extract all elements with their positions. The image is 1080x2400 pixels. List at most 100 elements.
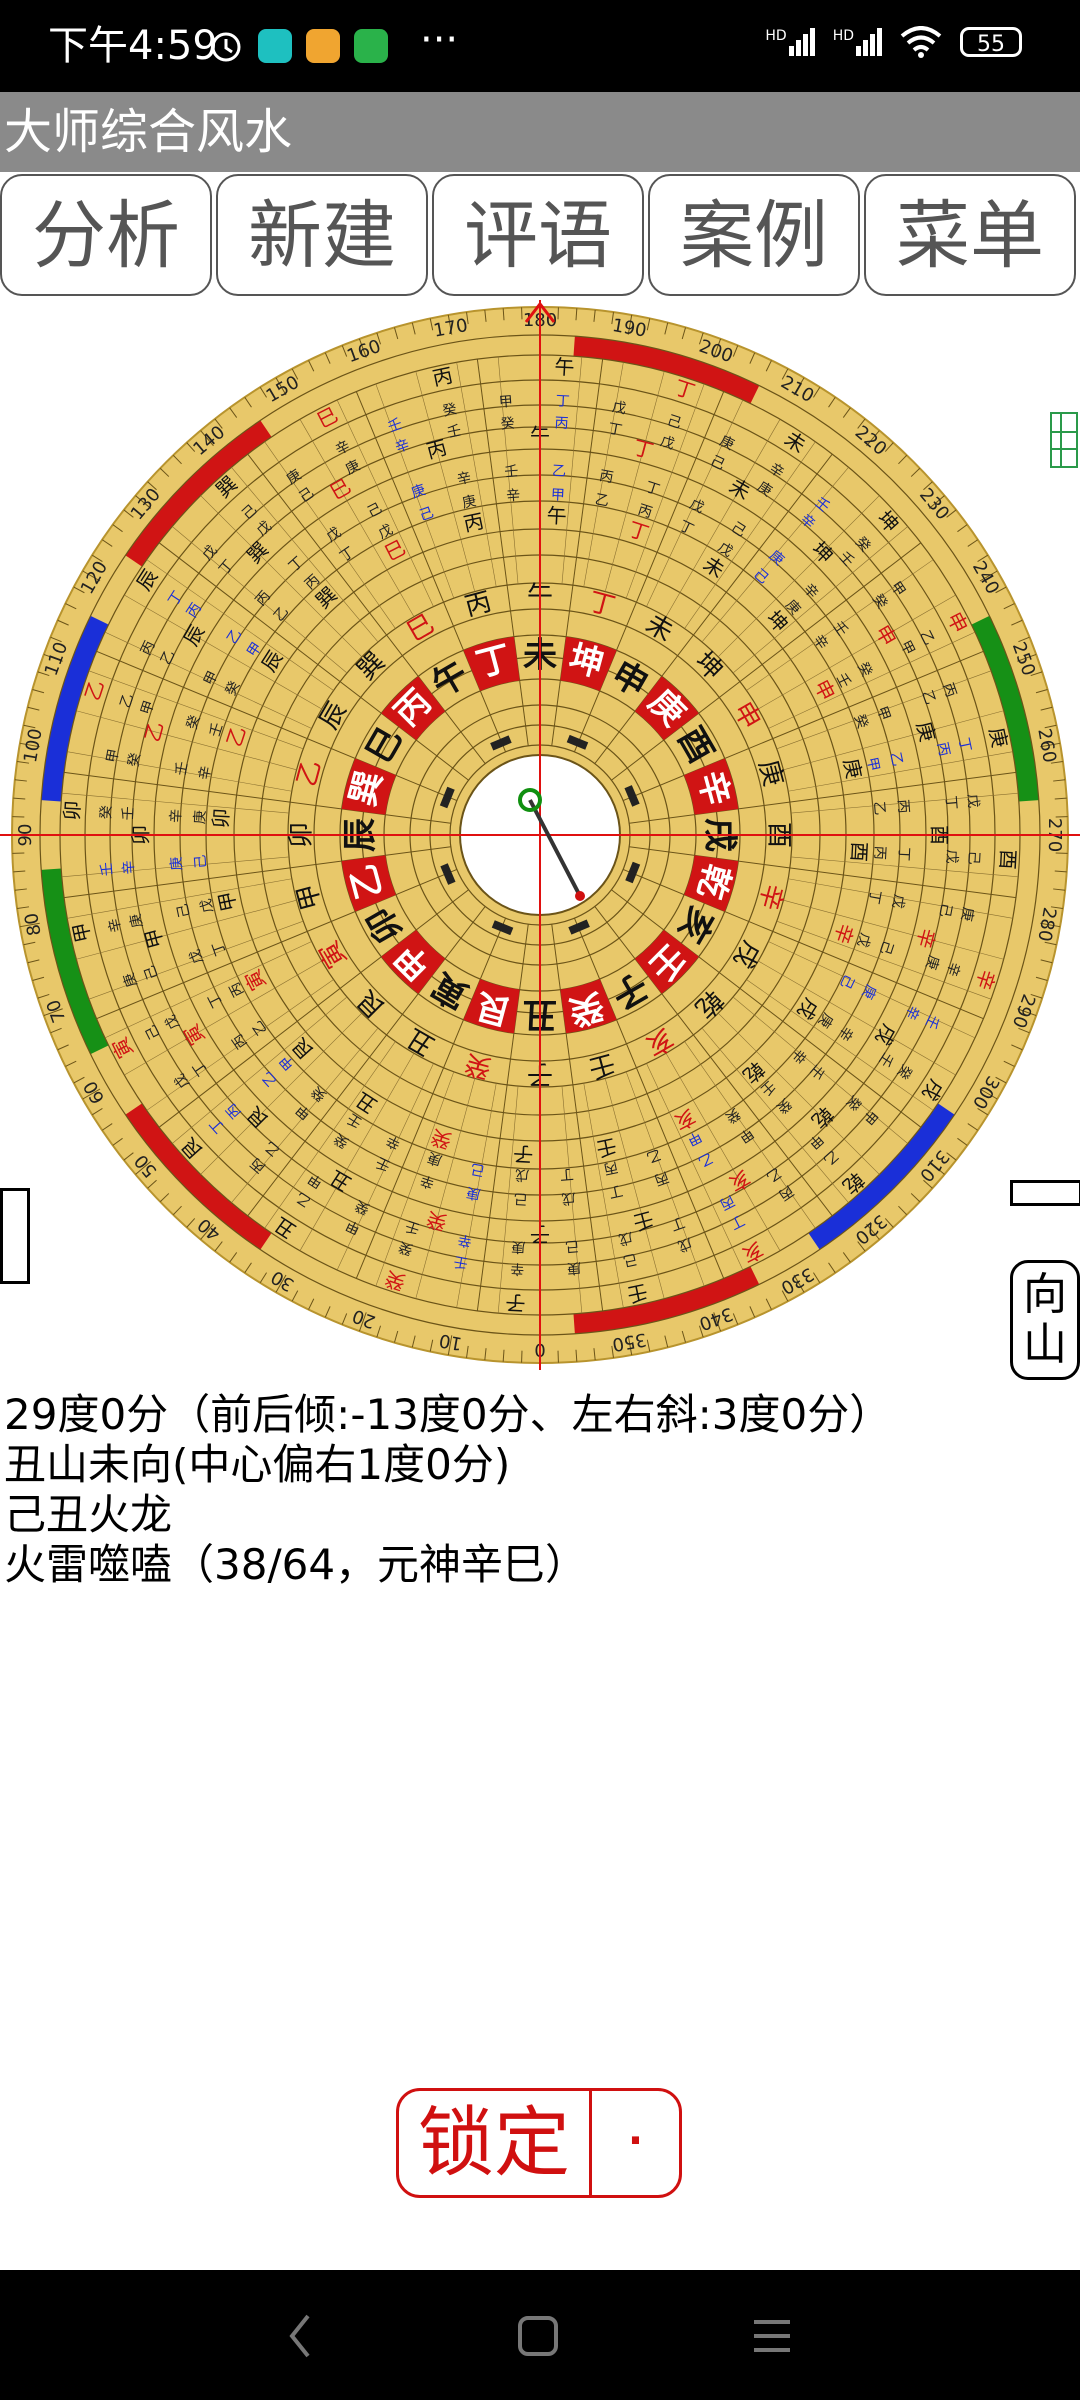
stem-label: 癸 <box>98 805 115 820</box>
stem-label: 己 <box>965 850 982 865</box>
new-button[interactable]: 新建 <box>216 174 428 296</box>
stem-label: 癸 <box>500 416 515 433</box>
mountain-label: 卯 <box>208 808 233 829</box>
stem-label: 庚 <box>169 856 186 871</box>
stem-label: 戊 <box>943 849 960 864</box>
grid-toggle-icon[interactable] <box>1050 412 1078 468</box>
toolbar: 分析 新建 评语 案例 菜单 <box>0 174 1080 298</box>
mountain-label: 子 <box>513 1142 534 1167</box>
cases-button[interactable]: 案例 <box>648 174 860 296</box>
stem-label: 丁 <box>559 1165 574 1182</box>
analyze-button[interactable]: 分析 <box>0 174 212 296</box>
stem-label: 辛 <box>457 1231 474 1249</box>
stem-label: 丙 <box>894 799 911 814</box>
mountain-label: 午 <box>554 355 575 380</box>
shan-xiang-toggle[interactable]: 向 山 <box>1010 1260 1080 1380</box>
stem-label: 癸 <box>126 752 144 769</box>
reading-info: 29度0分（前后倾:-13度0分、左右斜:3度0分） 丑山未向(中心偏右1度0分… <box>4 1390 891 1590</box>
recents-icon[interactable] <box>748 2306 796 2366</box>
menu-button[interactable]: 菜单 <box>864 174 1076 296</box>
app-title: 大师综合风水 <box>4 104 293 160</box>
compass-dial[interactable]: 1020304050607080901001101201301401501601… <box>0 300 1080 1370</box>
status-bar: 下午4:59 ··· HD HD 55 <box>0 0 1080 92</box>
battery-icon: 55 <box>960 27 1022 57</box>
stem-label: 庚 <box>465 1184 482 1202</box>
luopan-compass[interactable]: 10 20 30 40 50 60 70 80 90 100 110 120 130 140 150 160 1… <box>0 300 1080 1370</box>
shan-label: 山 <box>1023 1319 1067 1370</box>
stem-label: 辛 <box>510 1260 525 1277</box>
home-app-icon <box>258 29 292 63</box>
more-notifications: ··· <box>420 17 459 63</box>
alarm-icon <box>211 32 241 62</box>
stem-label: 甲 <box>498 394 513 411</box>
navigation-bar <box>0 2270 1080 2400</box>
stem-label: 壬 <box>120 806 137 821</box>
stem-label: 戊 <box>561 1189 576 1206</box>
degree-label: 80 <box>21 911 46 937</box>
stem-label: 己 <box>936 902 954 919</box>
stem-label: 戊 <box>611 399 628 417</box>
stem-label: 丁 <box>555 393 570 410</box>
stem-label: 乙 <box>594 492 611 510</box>
stem-label: 甲 <box>104 748 122 765</box>
stem-label: 戊 <box>515 1166 530 1183</box>
stem-label: 壬 <box>453 1253 470 1271</box>
stem-label: 庚 <box>958 906 976 923</box>
angle-reading: 29度0分（前后倾:-13度0分、左右斜:3度0分） <box>4 1390 892 1439</box>
stem-label: 乙 <box>870 801 887 816</box>
stem-label: 丁 <box>942 795 959 810</box>
lock-button[interactable]: 锁定 <box>399 2091 592 2195</box>
back-icon[interactable] <box>280 2306 320 2366</box>
stem-label: 甲 <box>550 487 565 504</box>
stem-label: 壬 <box>504 464 519 481</box>
xiang-label: 向 <box>1023 1269 1067 1320</box>
stem-label: 己 <box>193 854 210 869</box>
status-time: 下午4:59 <box>48 23 218 69</box>
files-app-icon <box>306 29 340 63</box>
stem-label: 壬 <box>99 861 116 876</box>
mountain-label: 酉 <box>847 841 872 862</box>
stem-label: 乙 <box>552 463 567 480</box>
stem-label: 辛 <box>506 488 521 505</box>
stem-label: 戊 <box>964 793 981 808</box>
mountain-label: 卯 <box>60 800 85 821</box>
mountain-label: 酉 <box>995 849 1020 870</box>
stem-label: 己 <box>470 1160 487 1178</box>
stem-label: 丙 <box>871 845 888 860</box>
stem-label: 丁 <box>607 421 624 439</box>
mountain-label: 午 <box>546 503 567 528</box>
mountain-direction: 丑山未向(中心偏右1度0分) <box>4 1440 511 1489</box>
stem-label: 庚 <box>511 1238 526 1255</box>
app-title-bar: 大师综合风水 <box>0 92 1080 172</box>
right-level-indicator[interactable] <box>1010 1180 1080 1206</box>
lock-control: 锁定 · <box>396 2088 682 2198</box>
hexagram-reading: 火雷噬嗑（38/64，元神辛巳） <box>4 1540 588 1589</box>
mountain-label: 子 <box>505 1290 526 1315</box>
stem-label: 丙 <box>554 415 569 432</box>
needle-south-dot <box>575 891 585 901</box>
stem-label: 丁 <box>895 847 912 862</box>
lock-option-button[interactable]: · <box>592 2091 679 2195</box>
phone-app-icon <box>354 29 388 63</box>
stem-label: 壬 <box>173 760 191 777</box>
degree-label: 10 <box>438 1329 464 1354</box>
stem-label: 辛 <box>197 765 215 782</box>
stem-label: 丙 <box>598 468 615 486</box>
notification-icons <box>208 28 388 64</box>
dragon-reading: 己丑火龙 <box>4 1490 173 1539</box>
comment-button[interactable]: 评语 <box>432 174 644 296</box>
stem-label: 庚 <box>192 810 209 825</box>
stem-label: 辛 <box>168 809 185 824</box>
signal-icon: HD <box>765 28 815 56</box>
left-level-indicator[interactable] <box>0 1188 30 1284</box>
home-icon[interactable] <box>514 2306 562 2366</box>
stem-label: 己 <box>565 1237 580 1254</box>
wifi-icon <box>900 26 942 58</box>
stem-label: 戊 <box>889 893 907 910</box>
stem-label: 己 <box>514 1190 529 1207</box>
stem-label: 辛 <box>121 860 138 875</box>
system-icons: HD HD 55 <box>765 26 1022 58</box>
stem-label: 庚 <box>566 1259 581 1276</box>
stem-label: 丁 <box>865 889 883 906</box>
signal-icon-2: HD <box>833 28 882 56</box>
